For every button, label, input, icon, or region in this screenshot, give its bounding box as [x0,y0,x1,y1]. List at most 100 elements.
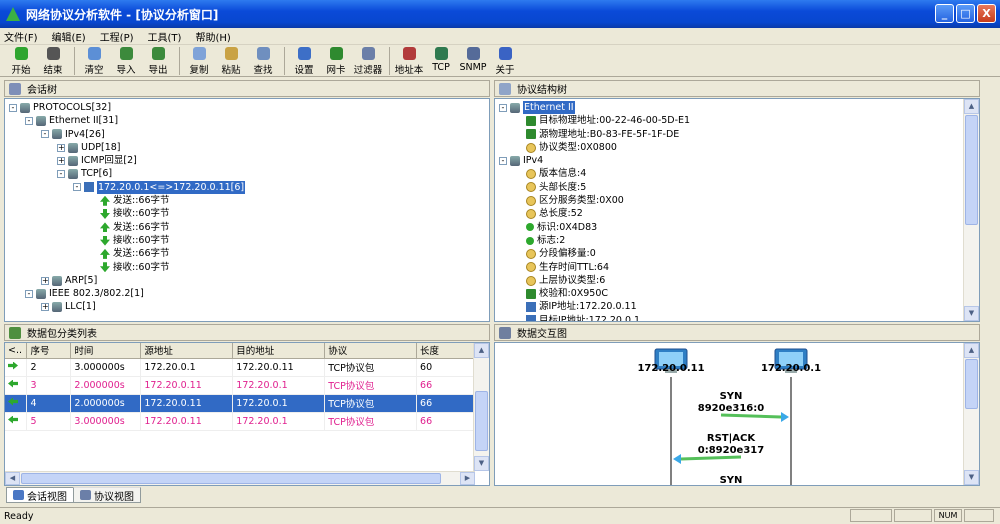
tab-protocol-view[interactable]: 协议视图 [73,487,141,503]
toolbar-button-clear[interactable]: 清空 [79,47,109,76]
tree-row[interactable]: 接收::60字节 [9,207,245,220]
scroll-thumb[interactable] [965,115,978,225]
toolbar-button-settings[interactable]: 设置 [289,47,319,76]
scroll-thumb[interactable] [475,391,488,451]
tree-row[interactable]: 上层协议类型:6 [499,274,690,287]
collapse-icon[interactable]: - [9,103,17,112]
minimize-button[interactable]: _ [935,4,954,23]
tree-row[interactable]: - IEEE 802.3/802.2[1] [9,287,245,300]
protocol-tree-scrollbar[interactable]: ▲ ▼ [963,99,979,321]
tree-row[interactable]: 接收::60字节 [9,234,245,247]
tree-row[interactable]: 总长度:52 [499,207,690,220]
tree-row[interactable]: 源物理地址:B0-83-FE-5F-1F-DE [499,128,690,141]
toolbar-button-about[interactable]: 关于 [490,47,520,76]
tree-row[interactable]: 头部长度:5 [499,181,690,194]
maximize-button[interactable]: □ [956,4,975,23]
collapse-icon[interactable]: - [41,130,49,139]
toolbar-button-snmp[interactable]: SNMP [458,47,488,73]
scroll-up-icon[interactable]: ▲ [964,99,979,114]
tree-row[interactable]: + UDP[18] [9,141,245,154]
cell-len: 60 [416,358,475,377]
tree-row[interactable]: 标识:0X4D83 [499,221,690,234]
column-header[interactable]: 源地址 [140,343,234,359]
scroll-up-icon[interactable]: ▲ [964,343,979,358]
scroll-right-icon[interactable]: ▶ [460,472,475,485]
tree-row[interactable]: 校验和:0X950C [499,287,690,300]
collapse-icon[interactable]: - [499,156,507,165]
session-view-icon [13,490,24,500]
tree-row[interactable]: 发送::66字节 [9,247,245,260]
scroll-down-icon[interactable]: ▼ [964,306,979,321]
toolbar-button-stop[interactable]: 结束 [38,47,68,76]
column-header[interactable]: <.. [5,343,28,359]
close-button[interactable]: X [977,4,996,23]
toolbar-button-import[interactable]: 导入 [111,47,141,76]
tree-row[interactable]: 协议类型:0X0800 [499,141,690,154]
tree-row[interactable]: - Ethernet II [499,101,690,115]
tree-row[interactable]: 发送::66字节 [9,194,245,207]
table-row[interactable]: 4 2.000000s 172.20.0.11 172.20.0.1 TCP协议包 66 [5,394,475,413]
table-row[interactable]: 3 2.000000s 172.20.0.11 172.20.0.1 TCP协议包 66 [5,376,475,395]
tree-row[interactable]: 发送::66字节 [9,221,245,234]
tree-row[interactable]: + ICMP回显[2] [9,154,245,167]
toolbar-button-filter[interactable]: 过滤器 [353,47,383,76]
tree-row[interactable]: - IPv4 [499,154,690,167]
scroll-down-icon[interactable]: ▼ [474,456,489,471]
menu-file[interactable]: 文件(F) [4,29,38,44]
toolbar-button-export[interactable]: 导出 [143,47,173,76]
expand-icon[interactable]: + [41,303,49,312]
toolbar-button-start[interactable]: 开始 [6,47,36,76]
menu-tools[interactable]: 工具(T) [148,29,182,44]
scroll-up-icon[interactable]: ▲ [474,343,489,358]
tree-row[interactable]: 分段偏移量:0 [499,247,690,260]
scroll-down-icon[interactable]: ▼ [964,470,979,485]
scroll-left-icon[interactable]: ◀ [5,472,20,485]
tree-row[interactable]: + LLC[1] [9,300,245,313]
toolbar-button-copy[interactable]: 复制 [184,47,214,76]
tree-row[interactable]: + ARP[5] [9,274,245,287]
collapse-icon[interactable]: - [57,170,65,179]
collapse-icon[interactable]: - [499,103,507,112]
interaction-scrollbar[interactable]: ▲ ▼ [963,343,979,485]
packet-list-hscroll[interactable]: ◀ ▶ [5,471,475,485]
column-header[interactable]: 长度 [416,343,475,359]
tree-row[interactable]: - TCP[6] [9,167,245,180]
tree-row[interactable]: 目标物理地址:00-22-46-00-5D-E1 [499,114,690,127]
column-header[interactable]: 协议 [324,343,418,359]
tree-row[interactable]: - Ethernet II[31] [9,114,245,127]
collapse-icon[interactable]: - [25,289,33,298]
expand-icon[interactable]: + [41,276,49,285]
menu-project[interactable]: 工程(P) [100,29,134,44]
toolbar-button-paste[interactable]: 粘贴 [216,47,246,76]
tree-row[interactable]: - 172.20.0.1<=>172.20.0.11[6] [9,180,246,195]
toolbar-button-address-book[interactable]: 地址本 [394,47,424,76]
tree-row[interactable]: 源IP地址:172.20.0.11 [499,300,690,313]
tree-row[interactable]: - IPv4[26] [9,128,245,141]
column-header[interactable]: 序号 [26,343,72,359]
menu-help[interactable]: 帮助(H) [195,29,230,44]
tree-row[interactable]: - PROTOCOLS[32] [9,101,245,114]
tree-row[interactable]: 目标IP地址:172.20.0.1 [499,314,690,321]
collapse-icon[interactable]: - [73,183,81,192]
expand-icon[interactable]: + [57,143,65,152]
tree-row[interactable]: 生存时间TTL:64 [499,261,690,274]
tree-row[interactable]: 版本信息:4 [499,167,690,180]
table-row[interactable]: 5 3.000000s 172.20.0.11 172.20.0.1 TCP协议包 66 [5,412,475,431]
cell-proto: TCP协议包 [324,394,418,413]
tab-session-view[interactable]: 会话视图 [6,487,74,503]
menu-edit[interactable]: 编辑(E) [52,29,86,44]
toolbar-button-find[interactable]: 查找 [248,47,278,76]
toolbar-button-tcp[interactable]: TCP [426,47,456,73]
collapse-icon[interactable]: - [25,116,33,125]
expand-icon[interactable]: + [57,156,65,165]
tree-row[interactable]: 接收::60字节 [9,261,245,274]
scroll-thumb[interactable] [965,359,978,409]
tree-row[interactable]: 区分服务类型:0X00 [499,194,690,207]
column-header[interactable]: 目的地址 [232,343,326,359]
table-row[interactable]: 2 3.000000s 172.20.0.1 172.20.0.11 TCP协议包 60 [5,358,475,377]
hscroll-thumb[interactable] [21,473,441,484]
toolbar-button-nic[interactable]: 网卡 [321,47,351,76]
column-header[interactable]: 时间 [70,343,142,359]
tree-row[interactable]: 标志:2 [499,234,690,247]
packet-list-vscroll[interactable]: ▲ ▼ [473,343,489,471]
